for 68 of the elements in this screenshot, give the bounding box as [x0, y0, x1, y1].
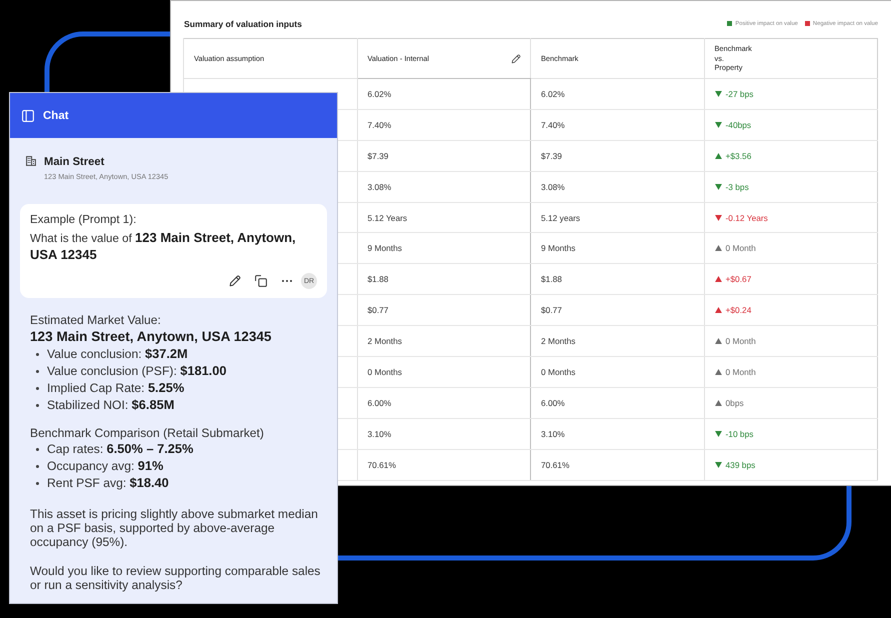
table-cell: 6.02% — [530, 78, 704, 110]
table-cell: 0 Months — [530, 356, 704, 388]
delta-value: +$0.67 — [726, 274, 752, 284]
delta-value: -27 bps — [726, 88, 754, 99]
delta-value: -40bps — [726, 120, 752, 130]
bullet-icon — [36, 465, 39, 468]
table-cell: 3.10% — [357, 418, 530, 450]
table-cell: 6.00% — [357, 387, 530, 418]
response-address: 123 Main Street, Anytown, USA 12345 — [30, 328, 272, 346]
table-cell: 5.12 years — [530, 202, 704, 233]
pencil-icon[interactable] — [229, 275, 241, 287]
table-cell: 3.10% — [530, 418, 704, 450]
sidebar-toggle-icon[interactable] — [22, 110, 34, 122]
delta-value: +$3.56 — [726, 150, 752, 161]
delta-value: 0bps — [726, 398, 744, 408]
chat-title: Chat — [43, 110, 69, 122]
table-cell: 6.02% — [357, 78, 530, 110]
table-cell: $1.88 — [530, 264, 704, 295]
bullet-text: Implied Cap Rate: 5.25% — [47, 380, 184, 397]
bullet-icon — [36, 353, 39, 356]
bullet-text: Occupancy avg: 91% — [47, 458, 164, 475]
bullet-icon — [36, 404, 39, 407]
table-cell: 70.61% — [530, 449, 704, 480]
table-cell: 70.61% — [357, 449, 530, 480]
delta-value: 0 Month — [726, 336, 756, 346]
delta-value: 0 Month — [726, 243, 756, 254]
bullet-icon — [36, 448, 39, 451]
delta-value: 0 Month — [726, 366, 756, 377]
bullet-text: Value conclusion: $37.2M — [47, 346, 188, 363]
response-heading: Estimated Market Value: — [30, 312, 162, 328]
table-cell: $7.39 — [357, 140, 530, 172]
bullet-icon — [36, 370, 39, 373]
delta-value: -0.12 Years — [726, 212, 768, 222]
table-cell: $1.88 — [357, 264, 530, 295]
table-cell: 9 Months — [357, 232, 530, 264]
table-cell: 6.00% — [530, 387, 704, 418]
bullet-text: Stabilized NOI: $6.85M — [47, 397, 174, 414]
delta-value: +$0.24 — [726, 305, 752, 316]
bullet-icon — [36, 387, 39, 390]
building-icon — [26, 156, 36, 166]
table-title: Summary of valuation inputs — [183, 18, 302, 28]
response-heading: Benchmark Comparison (Retail Submarket) — [30, 425, 265, 441]
table-cell: 7.40% — [357, 109, 530, 140]
table-cell: $7.39 — [530, 140, 704, 172]
table-cell: 2 Months — [530, 326, 704, 357]
prompt-text: What is the value of 123 Main Street, Anytown, USA 12345 — [30, 230, 297, 264]
table-cell: 7.40% — [530, 109, 704, 140]
response-paragraph: Would you like to review supporting comparable sales or run a sensitivity analysis? — [30, 564, 322, 592]
table-cell: $0.77 — [357, 294, 530, 326]
prompt-label: Example (Prompt 1): — [30, 212, 138, 228]
table-cell: 0 Months — [357, 356, 530, 388]
table-cell: 9 Months — [530, 232, 704, 264]
delta-value: -3 bps — [726, 182, 749, 192]
delta-value: 439 bps — [726, 460, 756, 470]
table-cell: 3.08% — [357, 171, 530, 202]
table-cell: 2 Months — [357, 326, 530, 357]
table-cell: 5.12 Years — [357, 202, 530, 233]
table-cell: 3.08% — [530, 171, 704, 202]
pencil-icon[interactable] — [511, 54, 521, 64]
delta-value: -10 bps — [726, 428, 754, 439]
copy-icon[interactable] — [255, 275, 267, 287]
bullet-text: Cap rates: 6.50% – 7.25% — [47, 441, 194, 458]
bullet-text: Value conclusion (PSF): $181.00 — [47, 363, 226, 380]
bullet-text: Rent PSF avg: $18.40 — [47, 475, 169, 492]
bullet-icon — [36, 482, 39, 485]
response-paragraph: This asset is pricing slightly above submarket median on a PSF basis, supported by above-average occupancy (95%). — [30, 507, 319, 549]
property-name: Main Street — [44, 155, 106, 169]
table-cell: $0.77 — [530, 294, 704, 326]
